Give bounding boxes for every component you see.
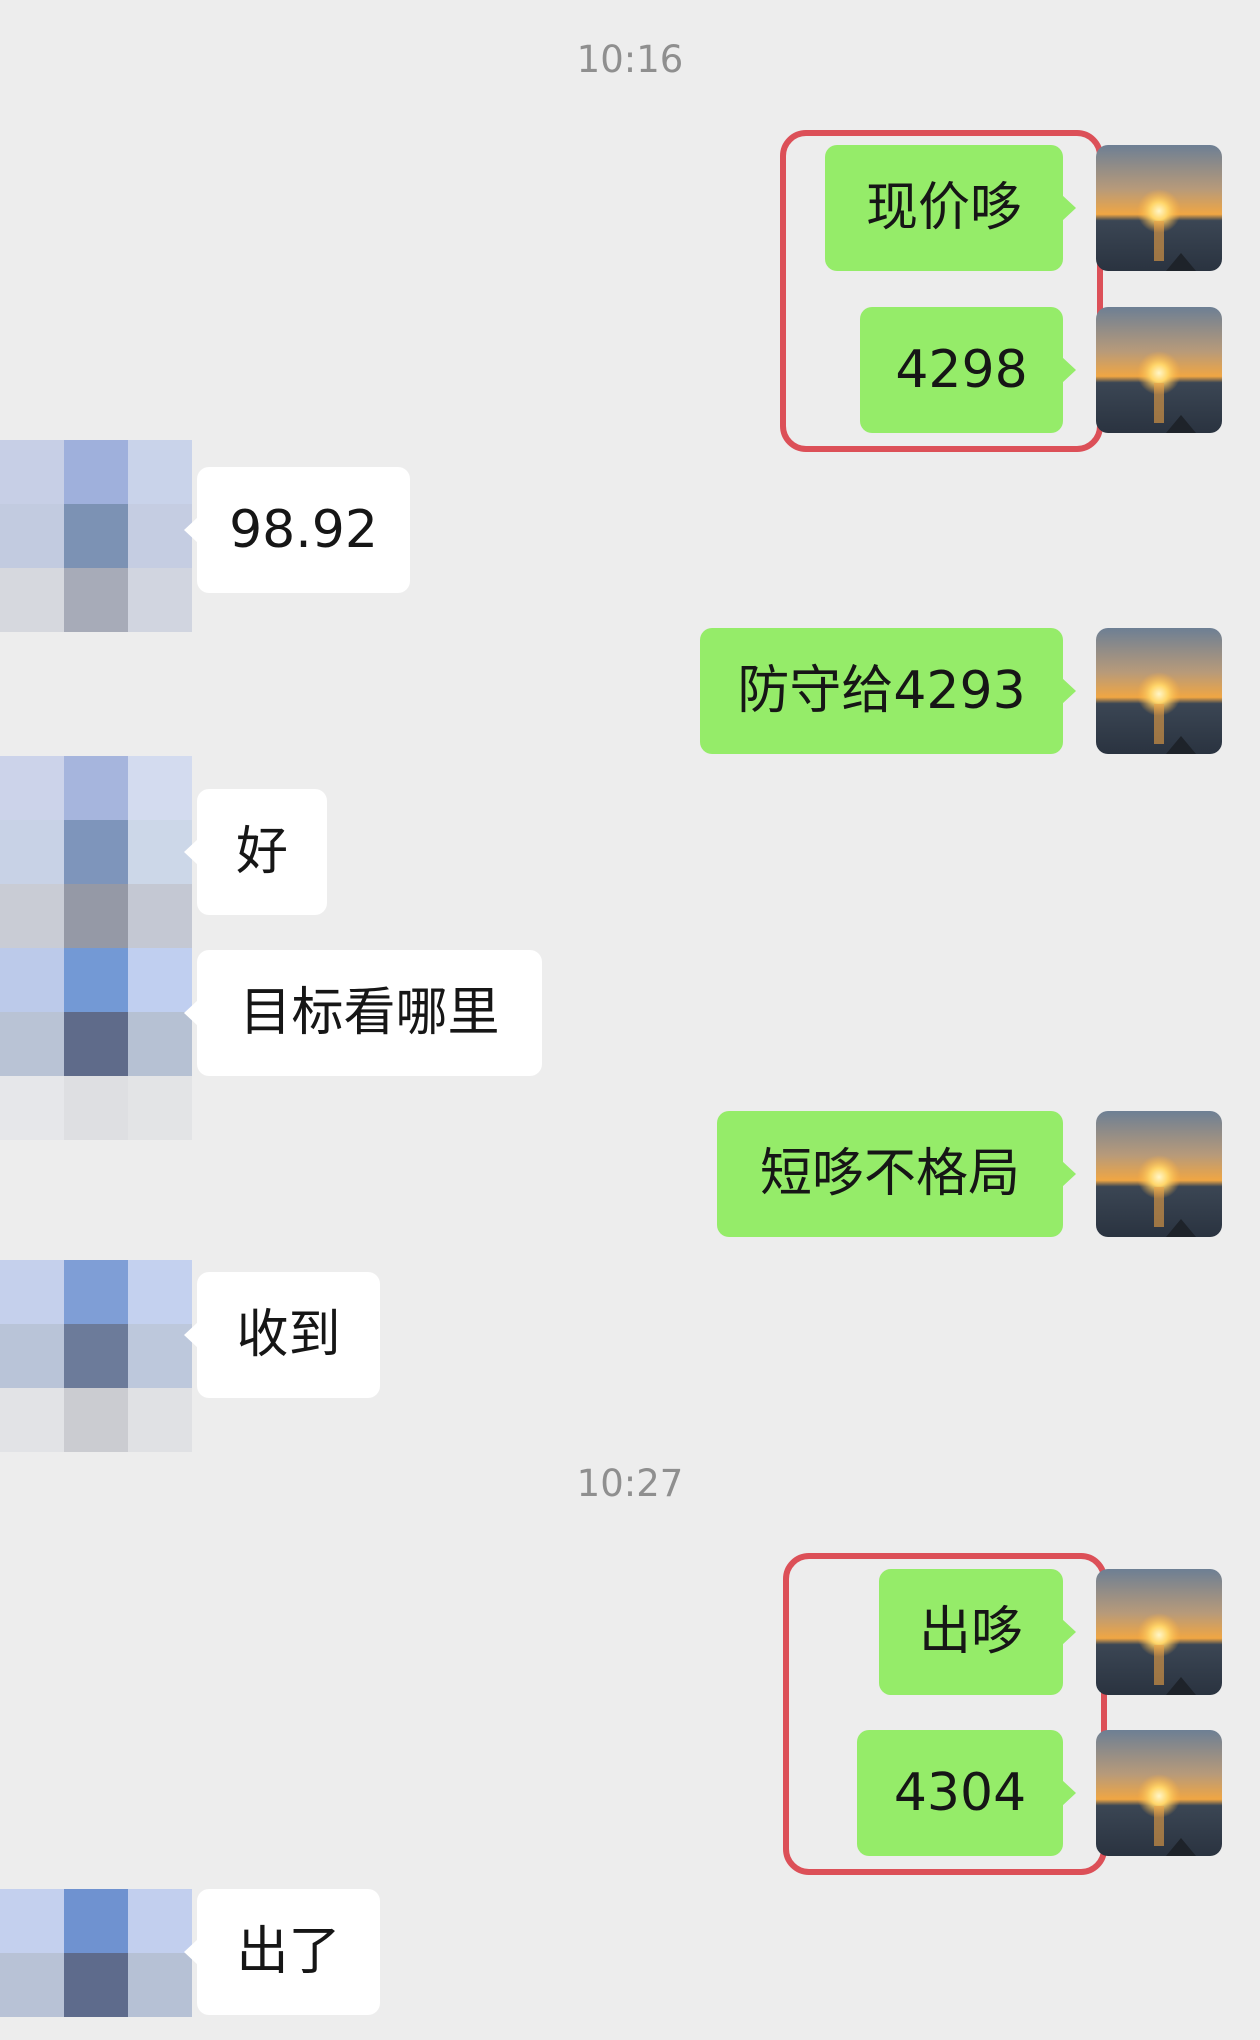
contact-avatar-pixelated-icon[interactable] <box>0 1889 192 2017</box>
message-bubble-sent[interactable]: 4304 <box>857 1730 1076 1856</box>
message-bubble-sent[interactable]: 出哆 <box>879 1569 1076 1695</box>
my-avatar-sunset-icon[interactable] <box>1096 1569 1222 1695</box>
my-avatar-sunset-icon[interactable] <box>1096 145 1222 271</box>
message-bubble-sent[interactable]: 现价哆 <box>825 145 1076 271</box>
message-bubble-received[interactable]: 出了 <box>184 1889 380 2015</box>
timestamp-2: 10:27 <box>576 1462 684 1505</box>
message-bubble-received[interactable]: 98.92 <box>184 467 410 593</box>
message-bubble-sent[interactable]: 4298 <box>860 307 1076 433</box>
my-avatar-sunset-icon[interactable] <box>1096 307 1222 433</box>
message-bubble-sent[interactable]: 防守给4293 <box>700 628 1076 754</box>
message-bubble-received[interactable]: 目标看哪里 <box>184 950 542 1076</box>
contact-avatar-pixelated-icon[interactable] <box>0 440 192 632</box>
message-bubble-received[interactable]: 收到 <box>184 1272 380 1398</box>
message-bubble-received[interactable]: 好 <box>184 789 327 915</box>
my-avatar-sunset-icon[interactable] <box>1096 1730 1222 1856</box>
timestamp-1: 10:16 <box>576 38 684 81</box>
message-bubble-sent[interactable]: 短哆不格局 <box>717 1111 1076 1237</box>
contact-avatar-pixelated-icon[interactable] <box>0 756 192 1140</box>
my-avatar-sunset-icon[interactable] <box>1096 1111 1222 1237</box>
contact-avatar-pixelated-icon[interactable] <box>0 1260 192 1452</box>
my-avatar-sunset-icon[interactable] <box>1096 628 1222 754</box>
